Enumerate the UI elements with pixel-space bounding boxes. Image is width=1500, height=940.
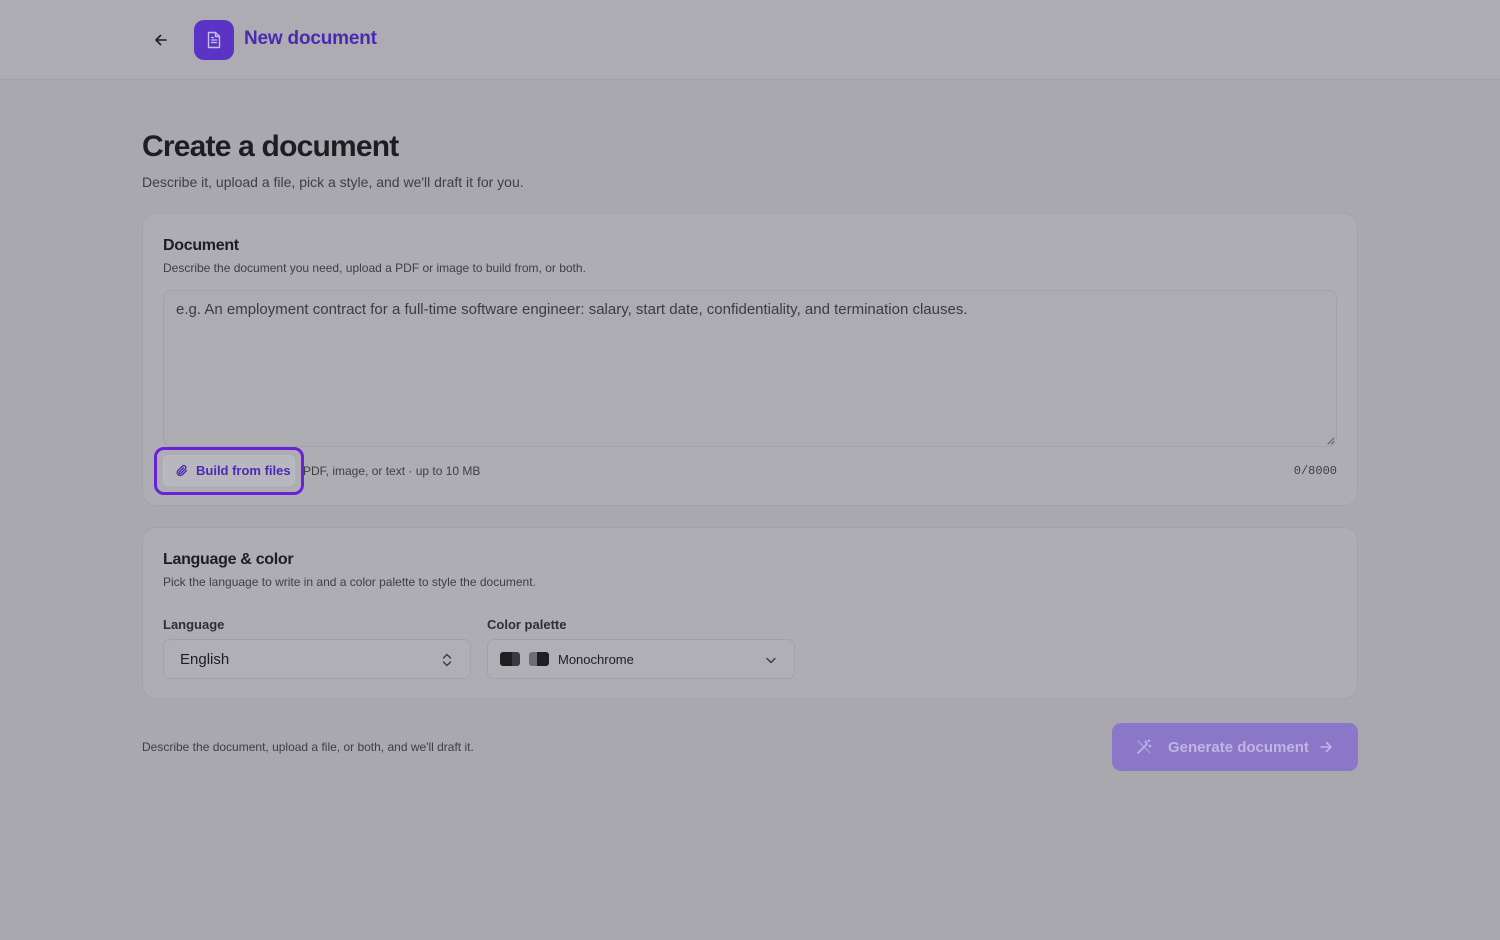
document-card-description: Describe the document you need, upload a… bbox=[163, 261, 586, 275]
paperclip-icon bbox=[176, 464, 188, 476]
language-card-description: Pick the language to write in and a colo… bbox=[163, 575, 536, 589]
language-color-card: Language & color Pick the language to wr… bbox=[142, 527, 1358, 699]
file-upload-hint: PDF, image, or text · up to 10 MB bbox=[303, 464, 481, 478]
generate-document-button[interactable]: Generate document bbox=[1112, 723, 1358, 771]
color-palette-select[interactable]: Monochrome bbox=[487, 639, 795, 679]
build-from-files-button[interactable]: Build from files bbox=[163, 455, 295, 486]
chevron-down-icon bbox=[766, 657, 776, 664]
language-label: Language bbox=[163, 617, 225, 632]
document-description-input[interactable] bbox=[163, 290, 1337, 447]
palette-swatch-mixed bbox=[529, 652, 549, 666]
language-select[interactable]: English bbox=[163, 639, 471, 679]
page-title: Create a document bbox=[142, 130, 399, 163]
color-palette-label: Color palette bbox=[487, 617, 567, 632]
footer-note: Describe the document, upload a file, or… bbox=[142, 740, 474, 754]
document-card: Document Describe the document you need,… bbox=[142, 213, 1358, 506]
generate-document-label: Generate document bbox=[1168, 738, 1309, 756]
build-from-files-label: Build from files bbox=[196, 463, 291, 478]
page-subtitle: Describe it, upload a file, pick a style… bbox=[142, 174, 524, 190]
language-card-title: Language & color bbox=[163, 551, 294, 568]
top-bar: New document bbox=[0, 0, 1500, 80]
document-icon bbox=[207, 31, 221, 49]
app-logo bbox=[194, 20, 234, 60]
chevron-up-down-icon bbox=[442, 653, 452, 667]
arrow-left-icon bbox=[155, 34, 167, 46]
palette-swatch-dark bbox=[500, 652, 520, 666]
document-card-title: Document bbox=[163, 237, 239, 254]
back-button[interactable] bbox=[146, 26, 176, 54]
resize-handle-icon[interactable] bbox=[1327, 437, 1335, 445]
app-title: New document bbox=[244, 28, 377, 49]
color-palette-value: Monochrome bbox=[558, 651, 634, 667]
arrow-right-icon bbox=[1320, 741, 1332, 753]
magic-wand-icon bbox=[1137, 739, 1152, 754]
language-select-value: English bbox=[180, 650, 230, 668]
character-count: 0/8000 bbox=[1293, 464, 1337, 478]
